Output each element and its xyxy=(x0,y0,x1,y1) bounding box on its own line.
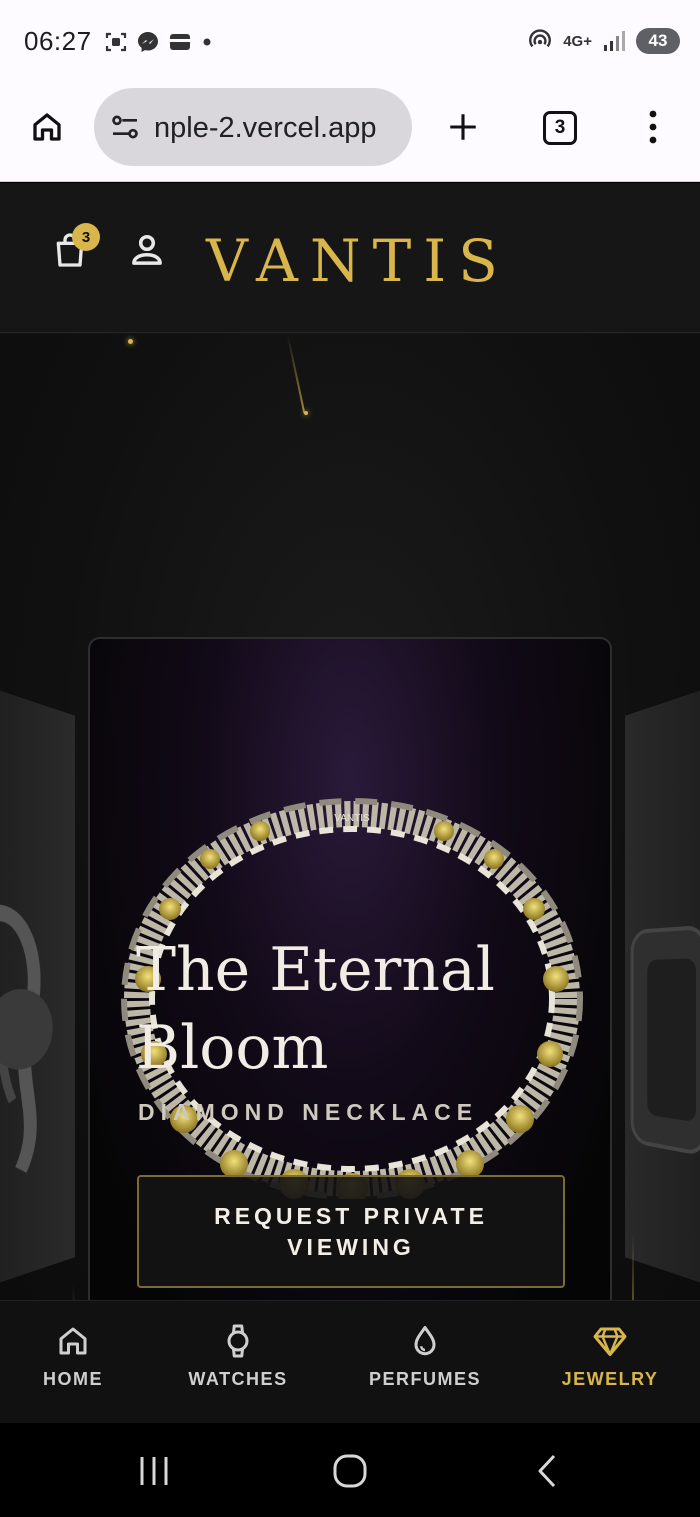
request-viewing-button[interactable]: REQUEST PRIVATE VIEWING xyxy=(137,1175,565,1288)
address-bar[interactable]: nple-2.vercel.app xyxy=(94,88,412,166)
url-text: nple-2.vercel.app xyxy=(154,112,377,144)
signal-icon xyxy=(604,31,625,51)
account-button[interactable] xyxy=(126,229,170,273)
battery-indicator: 43 xyxy=(636,28,680,54)
hotspot-icon xyxy=(529,29,552,48)
tab-count: 3 xyxy=(543,111,577,145)
network-type: 4G+ xyxy=(563,32,592,50)
system-home-button[interactable] xyxy=(330,1451,370,1491)
product-title: The Eternal Bloom xyxy=(136,931,576,1087)
site-header: 3 VANTIS xyxy=(0,183,700,333)
nav-jewelry-label: JEWELRY xyxy=(561,1369,659,1389)
nav-watches[interactable]: WATCHES xyxy=(188,1323,288,1390)
necklace-clasp-engraving: VANTIS xyxy=(334,813,370,824)
diamond-icon xyxy=(593,1327,627,1356)
nav-home-label: HOME xyxy=(43,1369,103,1389)
recent-apps-button[interactable] xyxy=(134,1451,174,1491)
prev-card-image xyxy=(0,680,75,1293)
carousel-next-card[interactable] xyxy=(625,679,700,1294)
cart-badge: 3 xyxy=(72,223,100,251)
nav-watches-label: WATCHES xyxy=(188,1369,288,1389)
nav-perfumes-label: PERFUMES xyxy=(369,1369,482,1389)
product-subtitle: DIAMOND NECKLACE xyxy=(138,1099,479,1125)
nav-jewelry[interactable]: JEWELRY xyxy=(562,1323,658,1390)
back-button[interactable] xyxy=(528,1451,568,1491)
site-settings-icon[interactable] xyxy=(108,110,142,144)
screenshot-icon xyxy=(105,32,127,52)
carousel-prev-card[interactable] xyxy=(0,679,75,1294)
watch-icon xyxy=(227,1324,249,1358)
product-title-line2: Bloom xyxy=(136,1013,329,1083)
system-icons: 4G+ 43 xyxy=(527,28,680,54)
back-arrow-icon xyxy=(538,1454,556,1488)
hero-carousel: VANTIS The Eternal Bloom DIAMOND NECKLAC… xyxy=(0,334,700,1301)
nav-perfumes[interactable]: PERFUMES xyxy=(369,1323,482,1390)
browser-toolbar: nple-2.vercel.app 3 xyxy=(0,84,700,182)
recent-apps-icon xyxy=(140,1457,168,1485)
home-icon[interactable] xyxy=(26,106,68,148)
web-page: 3 VANTIS VANTIS The Eternal Bloom DIAMON… xyxy=(0,183,700,1301)
drop-icon xyxy=(414,1326,436,1356)
home-icon xyxy=(59,1327,87,1355)
dot-icon xyxy=(203,38,211,46)
gold-sparkle xyxy=(304,411,308,415)
nav-home[interactable]: HOME xyxy=(38,1323,108,1390)
user-icon xyxy=(132,234,162,265)
messenger-icon xyxy=(138,32,158,52)
next-card-image xyxy=(625,680,700,1293)
gold-streak xyxy=(632,1234,634,1301)
notification-icons xyxy=(104,30,214,54)
gold-streak xyxy=(286,334,306,414)
bottom-navigation: HOME WATCHES PERFUMES JEWELRY xyxy=(0,1300,700,1423)
new-tab-icon[interactable] xyxy=(442,106,484,148)
tab-switcher-button[interactable]: 3 xyxy=(540,108,580,148)
brand-logo[interactable]: VANTIS xyxy=(206,227,510,295)
status-bar: 06:27 4G+ 43 xyxy=(0,0,700,84)
product-title-line1: The Eternal xyxy=(136,935,495,1005)
featured-product-card[interactable]: VANTIS The Eternal Bloom DIAMOND NECKLAC… xyxy=(88,637,612,1301)
system-navigation-bar xyxy=(0,1423,700,1517)
more-icon[interactable] xyxy=(634,106,672,148)
status-time: 06:27 xyxy=(24,26,92,56)
gold-sparkle xyxy=(128,339,133,344)
circle-home-icon xyxy=(333,1454,367,1488)
wallet-icon xyxy=(170,34,190,50)
gold-streak xyxy=(71,1284,81,1301)
